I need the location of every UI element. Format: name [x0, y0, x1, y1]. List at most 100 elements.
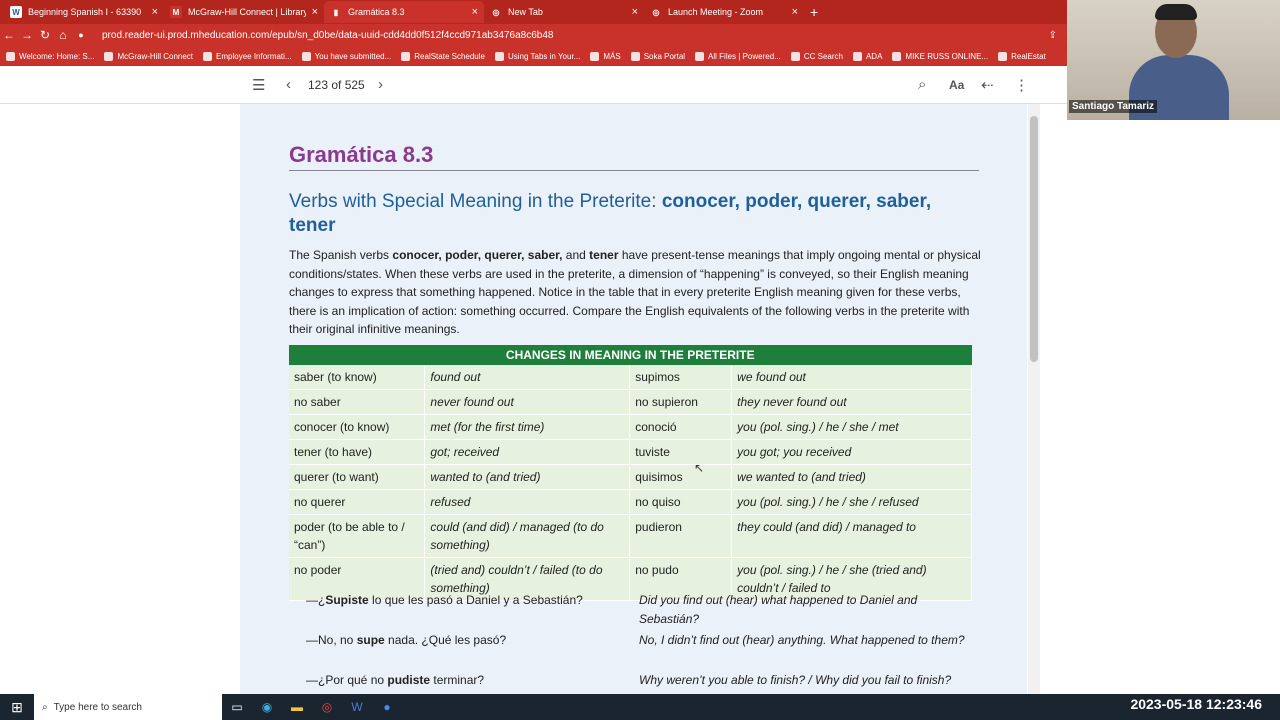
dialog-text: —No, no: [306, 633, 357, 647]
file-explorer-icon[interactable]: ▬: [282, 694, 312, 720]
dialog-text: —¿Por qué no: [306, 673, 388, 687]
bookmark-icon: [998, 51, 1008, 61]
tab-mcgraw-hill[interactable]: M McGraw-Hill Connect | Library H... ×: [164, 1, 324, 23]
close-icon[interactable]: ×: [152, 6, 158, 18]
font-size-icon[interactable]: Aa: [949, 78, 964, 92]
bookmark[interactable]: You have submitted...: [301, 51, 391, 61]
table-of-contents-icon[interactable]: ☰: [252, 76, 265, 94]
share-icon[interactable]: ⇪: [1049, 30, 1057, 41]
forward-arrow-icon[interactable]: →: [18, 28, 36, 42]
address-bar: ← → ↻ ⌂ ● prod.reader-ui.prod.mheducatio…: [0, 24, 1067, 46]
url-field[interactable]: prod.reader-ui.prod.mheducation.com/epub…: [102, 30, 553, 41]
spanish-infinitive-cell: saber (to know): [289, 365, 426, 390]
infinitive-meaning-cell: met (for the first time): [424, 414, 631, 440]
intro-paragraph: The Spanish verbs conocer, poder, querer…: [289, 246, 984, 339]
dialog-text: nada. ¿Qué les pasó?: [384, 633, 507, 647]
para-bold: conocer, poder, querer, saber,: [392, 248, 563, 262]
reload-icon[interactable]: ↻: [36, 28, 54, 42]
bookmark-icon: [790, 51, 800, 61]
preterite-meaning-cell: you (pol. sing.) / he / she / met: [731, 414, 972, 440]
bookmark[interactable]: Using Tabs in Your...: [494, 51, 581, 61]
dialog-spanish: —¿Por qué no pudiste terminar?: [306, 671, 626, 690]
mouse-cursor-icon: ↖: [694, 461, 705, 475]
para-text: and: [562, 248, 590, 262]
preterite-form-cell: supimos: [629, 365, 733, 390]
bookmark[interactable]: RealState Schedule: [401, 51, 485, 61]
bookmark[interactable]: RealEstat: [998, 51, 1046, 61]
taskbar-search[interactable]: ⌕ Type here to search: [34, 694, 222, 720]
search-icon[interactable]: ⌕: [918, 76, 926, 93]
back-icon[interactable]: ⇠: [981, 76, 994, 94]
spanish-infinitive-cell: tener (to have): [289, 439, 426, 465]
vertical-scrollbar[interactable]: [1028, 104, 1040, 694]
bookmark[interactable]: MIKE RUSS ONLINE...: [892, 51, 988, 61]
bookmark-icon: [203, 51, 213, 61]
close-icon[interactable]: ×: [632, 6, 638, 18]
bookmark-label: McGraw-Hill Connect: [117, 51, 194, 61]
previous-page-icon[interactable]: ‹: [286, 76, 291, 93]
zoom-icon[interactable]: ●: [372, 694, 402, 720]
preterite-form-cell: conoció: [629, 414, 733, 440]
tab-gramatica[interactable]: ▮ Gramática 8.3 ×: [324, 1, 484, 23]
preterite-meaning-cell: you (pol. sing.) / he / she / refused: [731, 489, 972, 515]
participant-hair: [1155, 4, 1197, 20]
heading-divider: [289, 170, 979, 171]
bookmark[interactable]: Employee Informati...: [203, 51, 292, 61]
bookmark[interactable]: ADA: [852, 51, 882, 61]
infinitive-meaning-cell: refused: [424, 489, 631, 515]
edge-icon[interactable]: ◉: [252, 694, 282, 720]
close-icon[interactable]: ×: [792, 6, 798, 18]
bookmark[interactable]: McGraw-Hill Connect: [104, 51, 194, 61]
bookmark-icon: [6, 51, 15, 61]
preterite-meaning-cell: they could (and did) / managed to: [731, 514, 972, 558]
infinitive-meaning-cell: found out: [424, 365, 631, 390]
close-icon[interactable]: ×: [472, 6, 478, 18]
tab-label: Launch Meeting - Zoom: [668, 7, 764, 17]
chrome-icon[interactable]: ◎: [312, 694, 342, 720]
dialog-text: terminar?: [430, 673, 485, 687]
bookmark-label: Using Tabs in Your...: [507, 51, 581, 61]
chrome-icon: ◎: [492, 7, 500, 17]
preterite-form-cell: no quiso: [629, 489, 733, 515]
scrollbar-thumb[interactable]: [1030, 116, 1038, 362]
task-view-icon[interactable]: ▭: [222, 694, 252, 720]
bookmark-icon: [630, 51, 640, 61]
mcgraw-hill-icon: M: [170, 6, 182, 18]
new-tab-icon[interactable]: +: [810, 4, 818, 20]
preterite-form-cell: tuviste: [629, 439, 733, 465]
section-subheading: Verbs with Special Meaning in the Preter…: [289, 190, 969, 238]
bookmark-label: CC Search: [803, 51, 843, 61]
back-arrow-icon[interactable]: ←: [0, 28, 18, 42]
bookmark-icon: [590, 51, 600, 61]
bookmark-icon: [401, 51, 411, 61]
close-icon[interactable]: ×: [312, 6, 318, 18]
bookmark[interactable]: Welcome: Home: S...: [6, 51, 95, 61]
ebook-page: Gramática 8.3 Verbs with Special Meaning…: [240, 104, 1027, 694]
tab-beginning-spanish[interactable]: W Beginning Spanish I - 63390 ×: [4, 1, 164, 23]
dialog-text: lo que les pasó a Daniel y a Sebastián?: [368, 593, 583, 607]
spanish-infinitive-cell: conocer (to know): [289, 414, 426, 440]
bookmarks-bar: Welcome: Home: S... McGraw-Hill Connect …: [0, 46, 1067, 66]
tab-new-tab[interactable]: ◎ New Tab ×: [484, 1, 644, 23]
participant-name: Santiago Tamariz: [1069, 100, 1158, 113]
preterite-form-cell: pudieron: [629, 514, 733, 558]
more-options-icon[interactable]: ⋮: [1014, 76, 1029, 94]
datetime-stamp: 2023-05-18 12:23:46: [1130, 696, 1262, 712]
windows-start-icon[interactable]: ⊞: [0, 699, 34, 716]
bookmark[interactable]: MÁS: [590, 51, 621, 61]
bookmark-label: MÁS: [603, 51, 621, 61]
word-icon[interactable]: W: [342, 694, 372, 720]
table-row: tener (to have) got; received tuviste you g…: [289, 439, 972, 465]
tab-label: Beginning Spanish I - 63390: [28, 7, 142, 17]
bookmark[interactable]: CC Search: [790, 51, 843, 61]
bookmark-label: Welcome: Home: S...: [19, 51, 95, 61]
home-icon[interactable]: ⌂: [54, 28, 72, 42]
bookmark-icon: [892, 51, 902, 61]
dialog-verb: Supiste: [325, 593, 369, 607]
bookmark[interactable]: Soka Portal: [630, 51, 685, 61]
next-page-icon[interactable]: ›: [378, 76, 383, 93]
bookmark[interactable]: All Files | Powered...: [695, 51, 781, 61]
globe-icon: ◎: [652, 7, 660, 17]
tab-zoom[interactable]: ◎ Launch Meeting - Zoom ×: [644, 1, 804, 23]
tab-label: McGraw-Hill Connect | Library H...: [188, 7, 306, 17]
